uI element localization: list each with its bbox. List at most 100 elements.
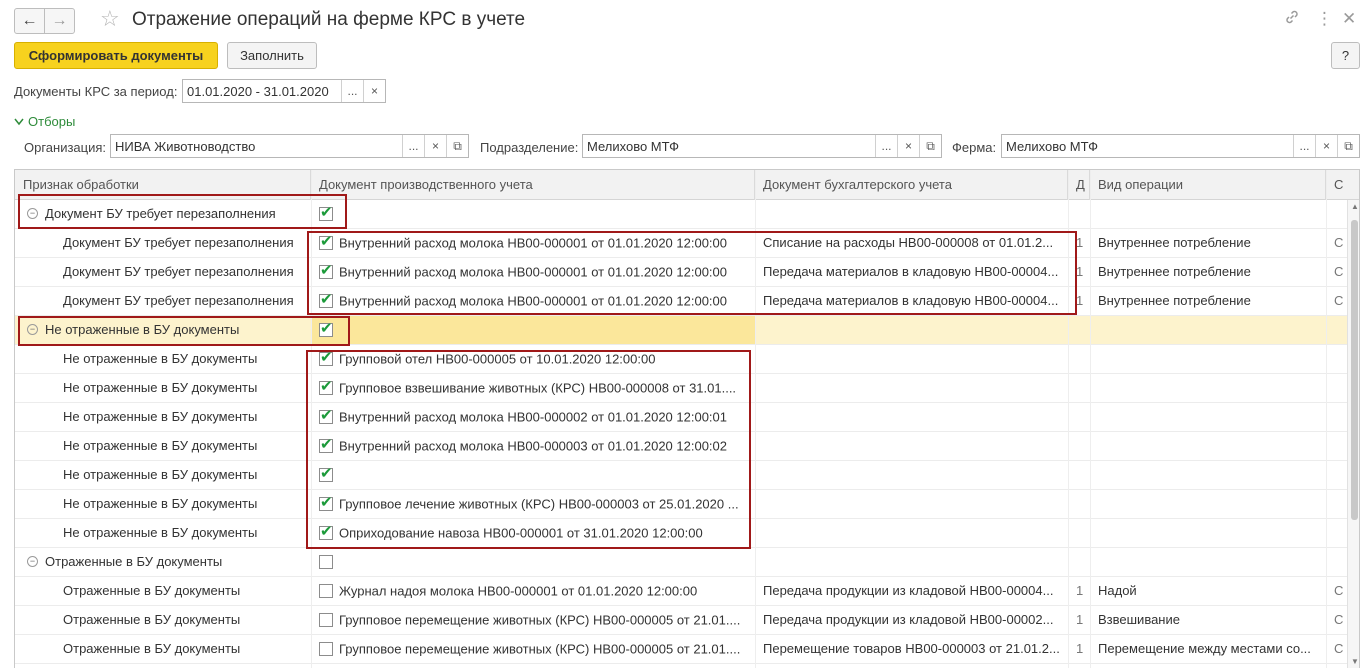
- farm-open-icon[interactable]: ⧉: [1337, 135, 1359, 157]
- favorite-star-icon[interactable]: ☆: [100, 6, 120, 32]
- table-row[interactable]: Отраженные в БУ документы Журнал надоя мо…: [15, 577, 1347, 606]
- production-doc-link[interactable]: Групповое взвешивание животных (КРС) НВ0…: [339, 381, 736, 396]
- period-select-button[interactable]: ...: [341, 80, 363, 102]
- production-doc-link[interactable]: Внутренний расход молока НВ00-000002 от …: [339, 410, 727, 425]
- group-row[interactable]: − Документ БУ требует перезаполнения: [15, 200, 1347, 229]
- collapse-icon[interactable]: −: [27, 208, 38, 219]
- table-row[interactable]: Отраженные в БУ документы Групповое перем…: [15, 635, 1347, 664]
- link-icon[interactable]: [1284, 9, 1300, 30]
- farm-field[interactable]: Мелихово МТФ ... × ⧉: [1001, 134, 1360, 158]
- row-checkbox[interactable]: [319, 290, 333, 310]
- division-value[interactable]: Мелихово МТФ: [583, 139, 875, 154]
- close-icon[interactable]: ✕: [1342, 9, 1356, 29]
- production-doc-link[interactable]: Групповое перемещение животных (КРС) НВ0…: [339, 613, 740, 628]
- period-value[interactable]: 01.01.2020 - 31.01.2020: [183, 84, 341, 99]
- cell-accounting-doc[interactable]: [755, 200, 1068, 228]
- collapse-icon[interactable]: −: [27, 556, 38, 567]
- cell-accounting-doc[interactable]: Передача продукции из кладовой НВ00-0000…: [755, 577, 1068, 605]
- row-checkbox[interactable]: [319, 377, 333, 397]
- group-row[interactable]: − Не отраженные в БУ документы: [15, 316, 1347, 345]
- cell-production-doc[interactable]: Внутренний расход молока НВ00-000003 от …: [311, 432, 755, 460]
- row-checkbox[interactable]: [319, 261, 333, 281]
- cell-accounting-doc[interactable]: [755, 490, 1068, 518]
- division-clear-button[interactable]: ×: [897, 135, 919, 157]
- cell-production-doc[interactable]: Групповое лечение животных (КРС) НВ00-00…: [311, 490, 755, 518]
- row-checkbox[interactable]: [319, 464, 333, 484]
- cell-accounting-doc[interactable]: [755, 519, 1068, 547]
- division-field[interactable]: Мелихово МТФ ... × ⧉: [582, 134, 942, 158]
- column-header-c[interactable]: С: [1326, 170, 1347, 200]
- cell-accounting-doc[interactable]: Передача материалов в кладовую НВ00-0000…: [755, 258, 1068, 286]
- column-header-operation[interactable]: Вид операции: [1090, 170, 1326, 200]
- table-row[interactable]: Не отраженные в БУ документы Внутренний р…: [15, 432, 1347, 461]
- column-header-d[interactable]: Д: [1068, 170, 1090, 200]
- table-row[interactable]: Не отраженные в БУ документы: [15, 461, 1347, 490]
- cell-production-doc[interactable]: Групповое взвешивание животных (КРС) НВ0…: [311, 374, 755, 402]
- fill-button[interactable]: Заполнить: [227, 42, 317, 69]
- column-header-accounting-doc[interactable]: Документ бухгалтерского учета: [755, 170, 1068, 200]
- production-doc-link[interactable]: Внутренний расход молока НВ00-000003 от …: [339, 439, 727, 454]
- row-checkbox[interactable]: [319, 435, 333, 455]
- cell-production-doc[interactable]: Внутренний расход молока НВ00-000002 от …: [311, 403, 755, 431]
- cell-production-doc[interactable]: Групповой отел НВ00-000005 от 10.01.2020…: [311, 345, 755, 373]
- organization-select-button[interactable]: ...: [402, 135, 424, 157]
- period-field[interactable]: 01.01.2020 - 31.01.2020 ... ×: [182, 79, 386, 103]
- table-row[interactable]: Не отраженные в БУ документы Оприходовани…: [15, 519, 1347, 548]
- cell-accounting-doc[interactable]: [755, 374, 1068, 402]
- cell-production-doc[interactable]: Оприходование навоза НВ00-000001 от 31.0…: [311, 519, 755, 547]
- scroll-up-icon[interactable]: ▲: [1350, 202, 1359, 212]
- row-checkbox[interactable]: [319, 319, 333, 339]
- table-row[interactable]: Не отраженные в БУ документы Групповое вз…: [15, 374, 1347, 403]
- production-doc-link[interactable]: Журнал надоя молока НВ00-000001 от 01.01…: [339, 584, 697, 599]
- table-row[interactable]: Не отраженные в БУ документы Групповое ле…: [15, 490, 1347, 519]
- forward-button[interactable]: →: [44, 8, 75, 34]
- row-checkbox[interactable]: [319, 406, 333, 426]
- production-doc-link[interactable]: Групповой отел НВ00-000005 от 10.01.2020…: [339, 352, 655, 367]
- cell-production-doc[interactable]: Внутренний расход молока НВ00-000001 от …: [311, 258, 755, 286]
- column-header-sign[interactable]: Признак обработки: [15, 170, 311, 200]
- organization-value[interactable]: НИВА Животноводство: [111, 139, 402, 154]
- cell-accounting-doc[interactable]: [755, 548, 1068, 576]
- farm-select-button[interactable]: ...: [1293, 135, 1315, 157]
- table-row[interactable]: Не отраженные в БУ документы Внутренний р…: [15, 403, 1347, 432]
- back-button[interactable]: ←: [14, 8, 45, 34]
- scroll-down-icon[interactable]: ▼: [1350, 657, 1359, 667]
- cell-accounting-doc[interactable]: [755, 316, 1068, 344]
- scrollbar-thumb[interactable]: [1351, 220, 1358, 520]
- filters-toggle[interactable]: Отборы: [14, 114, 75, 129]
- row-checkbox[interactable]: [319, 641, 333, 656]
- group-row[interactable]: − Отраженные в БУ документы: [15, 548, 1347, 577]
- organization-clear-button[interactable]: ×: [424, 135, 446, 157]
- collapse-icon[interactable]: −: [27, 324, 38, 335]
- cell-production-doc[interactable]: Групповое перемещение животных (КРС) НВ0…: [311, 635, 755, 663]
- division-open-icon[interactable]: ⧉: [919, 135, 941, 157]
- cell-accounting-doc[interactable]: [755, 461, 1068, 489]
- cell-accounting-doc[interactable]: [755, 403, 1068, 431]
- cell-accounting-doc[interactable]: Списание на расходы НВ00-000008 от 01.01…: [755, 229, 1068, 257]
- division-select-button[interactable]: ...: [875, 135, 897, 157]
- row-checkbox[interactable]: [319, 232, 333, 252]
- cell-production-doc[interactable]: Внутренний расход молока НВ00-000001 от …: [311, 287, 755, 315]
- cell-production-doc[interactable]: Групповое перемещение животных (КРС) НВ0…: [311, 606, 755, 634]
- cell-accounting-doc[interactable]: Передача продукции из кладовой НВ00-0000…: [755, 606, 1068, 634]
- table-row[interactable]: Отраженные в БУ документы Групповое перем…: [15, 606, 1347, 635]
- production-doc-link[interactable]: Внутренний расход молока НВ00-000001 от …: [339, 294, 727, 309]
- column-header-production-doc[interactable]: Документ производственного учета: [311, 170, 755, 200]
- table-row[interactable]: Документ БУ требует перезаполнения Внутре…: [15, 258, 1347, 287]
- cell-accounting-doc[interactable]: [755, 345, 1068, 373]
- table-row[interactable]: Документ БУ требует перезаполнения Внутре…: [15, 229, 1347, 258]
- production-doc-link[interactable]: Внутренний расход молока НВ00-000001 от …: [339, 236, 727, 251]
- cell-production-doc[interactable]: [311, 548, 755, 576]
- table-row[interactable]: Документ БУ требует перезаполнения Внутре…: [15, 287, 1347, 316]
- production-doc-link[interactable]: Групповое перемещение животных (КРС) НВ0…: [339, 642, 740, 657]
- production-doc-link[interactable]: Групповое лечение животных (КРС) НВ00-00…: [339, 497, 739, 512]
- production-doc-link[interactable]: Внутренний расход молока НВ00-000001 от …: [339, 265, 727, 280]
- cell-accounting-doc[interactable]: [755, 432, 1068, 460]
- more-menu-icon[interactable]: ⋮: [1316, 9, 1333, 29]
- cell-accounting-doc[interactable]: Перемещение товаров НВ00-000003 от 21.01…: [755, 635, 1068, 663]
- row-checkbox[interactable]: [319, 583, 333, 598]
- cell-production-doc[interactable]: [311, 200, 755, 228]
- cell-production-doc[interactable]: Внутренний расход молока НВ00-000001 от …: [311, 229, 755, 257]
- table-row[interactable]: Не отраженные в БУ документы Групповой от…: [15, 345, 1347, 374]
- cell-production-doc[interactable]: [311, 461, 755, 489]
